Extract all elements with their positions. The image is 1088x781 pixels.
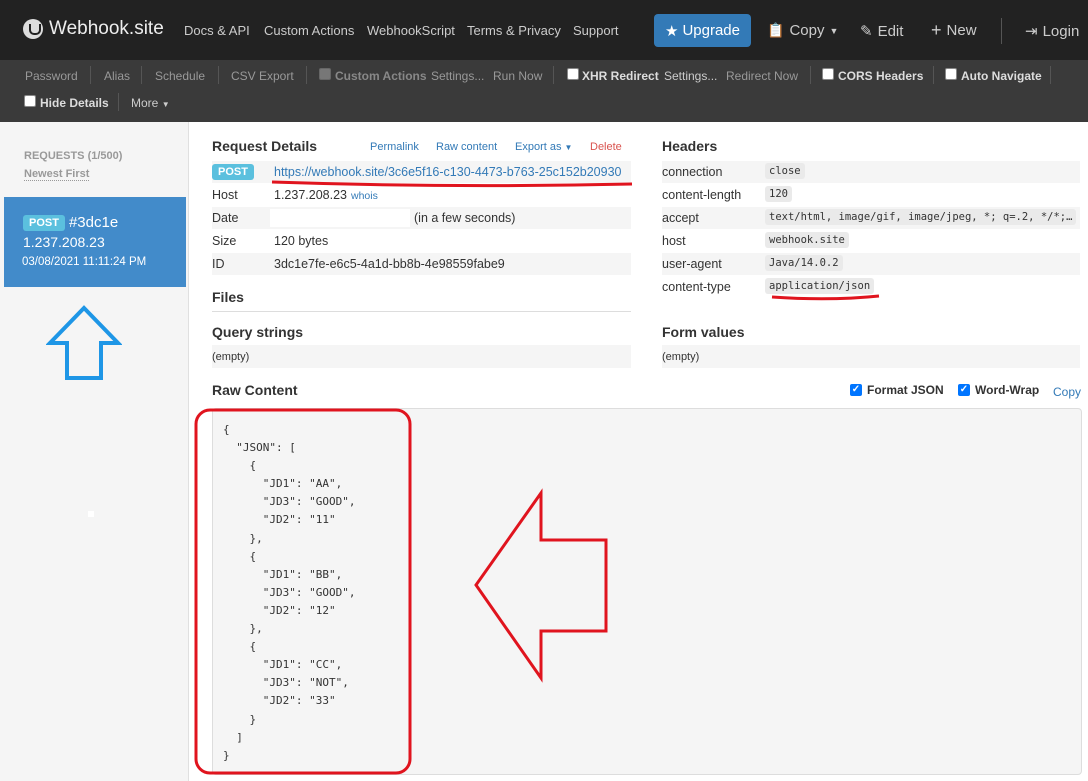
url-underline-annotation: [271, 180, 633, 188]
left-arrow-annotation: [474, 488, 608, 683]
annotation-overlay: [194, 180, 880, 775]
json-highlight-box-annotation: [194, 408, 412, 775]
content-type-underline-annotation: [771, 294, 880, 301]
